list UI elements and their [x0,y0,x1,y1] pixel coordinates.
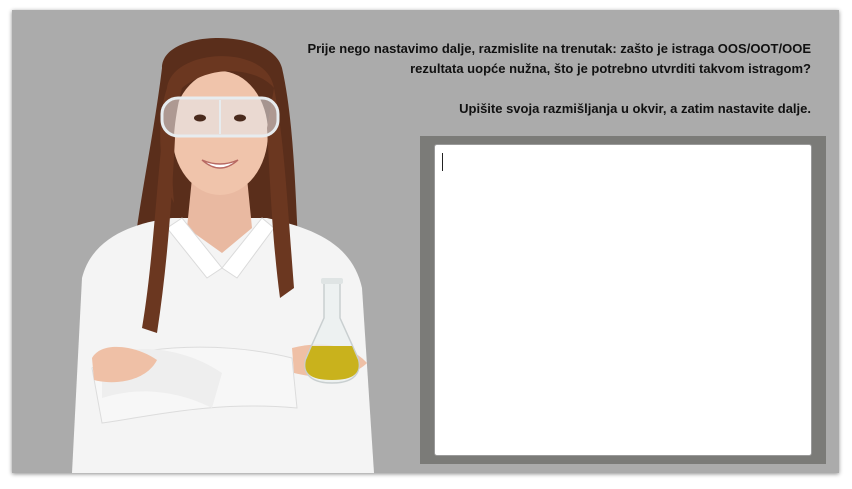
answer-textarea[interactable] [434,144,812,456]
instruction-text: Upišite svoja razmišljanja u okvir, a za… [459,101,811,116]
question-line-2: rezultata uopće nužna, što je potrebno u… [410,61,811,76]
question-line-1: Prije nego nastavimo dalje, razmislite n… [307,41,811,56]
text-cursor [442,153,443,171]
answer-frame [420,136,826,464]
slide-canvas: Prije nego nastavimo dalje, razmislite n… [12,10,839,473]
prompt-text: Prije nego nastavimo dalje, razmislite n… [251,39,811,119]
